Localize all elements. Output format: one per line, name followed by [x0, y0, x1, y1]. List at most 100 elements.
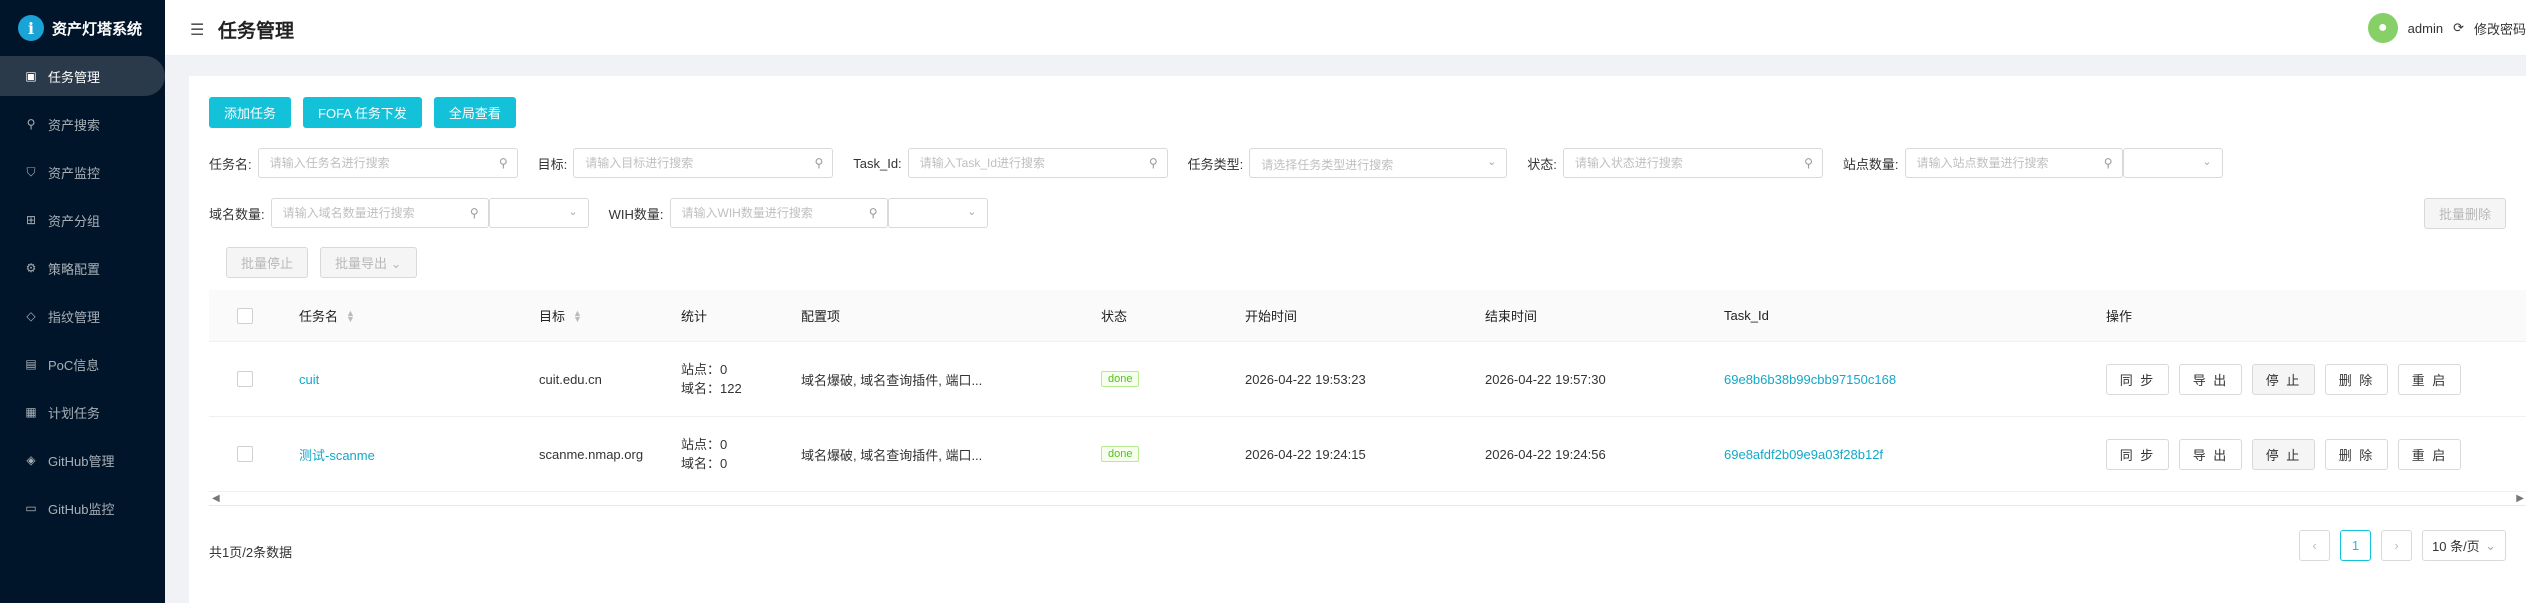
- app-logo[interactable]: i 资产灯塔系统: [18, 12, 142, 44]
- global-view-button[interactable]: 全局查看: [433, 97, 516, 128]
- chevron-down-icon: ⌄: [967, 206, 977, 218]
- col-task-name-label: 任务名: [299, 309, 339, 324]
- page-size-select[interactable]: 10 条/页 ⌄: [2422, 530, 2506, 561]
- delete-button[interactable]: 删 除: [2325, 363, 2388, 395]
- cluster-icon: ⊞: [25, 213, 37, 227]
- username[interactable]: admin: [2408, 21, 2443, 36]
- target-field: ⚲: [573, 148, 834, 178]
- pagination: ‹ 1 › 10 条/页 ⌄: [2299, 530, 2506, 561]
- task-id-link[interactable]: 69e8b6b38b99cbb97150c168: [1724, 342, 1896, 416]
- end-time-value: 2026-04-22 19:57:30: [1485, 371, 1606, 387]
- task-id-link[interactable]: 69e8afdf2b09e9a03f28b12f: [1724, 417, 1883, 491]
- app-root: i 资产灯塔系统 ▣ 任务管理 ⚲ 资产搜索 ⛉ 资产监控 ⊞ 资产分组 ⚙ 策…: [0, 0, 2526, 603]
- action-toolbar: 添加任务 FOFA 任务下发 全局查看: [209, 97, 516, 128]
- row-checkbox[interactable]: [237, 371, 253, 387]
- batch-export-button[interactable]: 批量导出 ⌄: [320, 247, 417, 278]
- operations-cell: 同 步 导 出 停 止 删 除 重 启: [2106, 417, 2461, 491]
- fofa-dispatch-button[interactable]: FOFA 任务下发: [303, 97, 422, 128]
- chevron-down-icon: ⌄: [1487, 156, 1497, 168]
- sidebar-item-asset-search[interactable]: ⚲ 资产搜索: [0, 104, 165, 144]
- task-id-input[interactable]: [908, 149, 1167, 177]
- delete-button[interactable]: 删 除: [2325, 438, 2388, 470]
- restart-button[interactable]: 重 启: [2398, 438, 2461, 470]
- batch-delete-button[interactable]: 批量删除: [2423, 198, 2506, 229]
- task-name-link[interactable]: cuit: [299, 342, 319, 416]
- task-type-label: 任务类型:: [1187, 156, 1244, 172]
- export-button[interactable]: 导 出: [2179, 363, 2242, 395]
- sort-icon[interactable]: ▲ ▼: [573, 308, 582, 323]
- task-icon: ▣: [25, 69, 37, 83]
- sidebar-item-asset-monitor[interactable]: ⛉ 资产监控: [0, 152, 165, 192]
- export-button[interactable]: 导 出: [2179, 438, 2242, 470]
- sidebar-item-fingerprint[interactable]: ◇ 指纹管理: [0, 296, 165, 336]
- target-input[interactable]: [574, 149, 833, 177]
- logout-icon[interactable]: ⟳: [2453, 20, 2464, 36]
- stop-button[interactable]: 停 止: [2252, 363, 2315, 395]
- operations-cell: 同 步 导 出 停 止 删 除 重 启: [2106, 342, 2461, 416]
- site-count-operator-select[interactable]: ⌄: [2122, 148, 2223, 178]
- next-page-button[interactable]: ›: [2381, 530, 2412, 561]
- batch-export-label: 批量导出: [335, 256, 388, 271]
- search-icon[interactable]: ⚲: [2104, 156, 2113, 170]
- site-count-field: ⚲: [1904, 148, 2123, 178]
- search-icon[interactable]: ⚲: [470, 206, 479, 220]
- stats-cell: 站点：0 域名：0: [681, 417, 727, 491]
- domain-count-input[interactable]: [271, 199, 488, 227]
- task-name-link[interactable]: 测试-scanme: [299, 417, 375, 491]
- pagination-summary: 共1页/2条数据: [209, 545, 293, 560]
- task-name-input[interactable]: [258, 149, 517, 177]
- filter-row-2: 域名数量: ⚲ ⌄ WIH数量: ⚲ ⌄: [209, 198, 988, 228]
- start-time-value: 2026-04-22 19:24:15: [1245, 446, 1366, 462]
- sidebar-item-policy-config[interactable]: ⚙ 策略配置: [0, 248, 165, 288]
- wih-count-input[interactable]: [670, 199, 887, 227]
- search-icon[interactable]: ⚲: [869, 206, 878, 220]
- search-icon[interactable]: ⚲: [1804, 156, 1813, 170]
- col-task-name[interactable]: 任务名 ▲ ▼: [299, 290, 355, 341]
- batch-stop-button[interactable]: 批量停止: [226, 247, 309, 278]
- main-content: 添加任务 FOFA 任务下发 全局查看 任务名: ⚲ 目标: ⚲ Task_Id…: [189, 76, 2526, 603]
- sidebar-item-github-management[interactable]: ◈ GitHub管理: [0, 440, 165, 480]
- user-avatar-icon[interactable]: ●: [2367, 13, 2398, 43]
- col-task-id: Task_Id: [1724, 308, 1769, 323]
- horizontal-scrollbar[interactable]: ◀ ▶: [209, 492, 2526, 506]
- change-password-link[interactable]: 修改密码: [2474, 19, 2526, 38]
- site-count-label: 站点数量:: [1842, 156, 1899, 172]
- status-cell: done: [1101, 342, 1140, 416]
- sidebar-item-asset-group[interactable]: ⊞ 资产分组: [0, 200, 165, 240]
- end-time-value: 2026-04-22 19:24:56: [1485, 446, 1606, 462]
- sidebar-item-label: 资产监控: [48, 165, 101, 181]
- status-input[interactable]: [1563, 149, 1822, 177]
- status-label: 状态:: [1527, 156, 1557, 172]
- sidebar-item-task-management[interactable]: ▣ 任务管理: [0, 56, 165, 96]
- search-icon[interactable]: ⚲: [499, 156, 508, 170]
- site-count-input[interactable]: [1905, 149, 2122, 177]
- search-icon[interactable]: ⚲: [1149, 156, 1158, 170]
- sort-icon[interactable]: ▲ ▼: [346, 308, 355, 323]
- sidebar-item-github-monitor[interactable]: ▭ GitHub监控: [0, 488, 165, 528]
- col-config: 配置项: [801, 309, 841, 324]
- sync-button[interactable]: 同 步: [2106, 363, 2169, 395]
- prev-page-button[interactable]: ‹: [2299, 530, 2330, 561]
- task-type-select[interactable]: 请选择任务类型进行搜索 ⌄: [1249, 148, 1508, 178]
- config-value: 域名爆破, 域名查询插件, 端口...: [801, 372, 983, 388]
- menu-fold-icon[interactable]: ☰: [190, 20, 204, 40]
- sidebar-item-poc-info[interactable]: ▤ PoC信息: [0, 344, 165, 384]
- add-task-button[interactable]: 添加任务: [209, 97, 292, 128]
- page-1-button[interactable]: 1: [2340, 530, 2371, 561]
- calendar-icon: ▦: [25, 405, 37, 419]
- stop-button[interactable]: 停 止: [2252, 438, 2315, 470]
- wih-count-field: ⚲: [669, 198, 888, 228]
- target-label: 目标:: [537, 156, 568, 172]
- restart-button[interactable]: 重 启: [2398, 363, 2461, 395]
- top-header: ☰ 任务管理 ● admin ⟳ 修改密码: [165, 0, 2526, 56]
- scroll-left-icon[interactable]: ◀: [212, 493, 220, 504]
- domain-count-operator-select[interactable]: ⌄: [488, 198, 589, 228]
- search-icon[interactable]: ⚲: [814, 156, 823, 170]
- scroll-right-icon[interactable]: ▶: [2516, 493, 2524, 504]
- col-target[interactable]: 目标 ▲ ▼: [539, 290, 582, 341]
- sidebar-item-scheduled-task[interactable]: ▦ 计划任务: [0, 392, 165, 432]
- sync-button[interactable]: 同 步: [2106, 438, 2169, 470]
- row-checkbox[interactable]: [237, 446, 253, 462]
- wih-count-operator-select[interactable]: ⌄: [887, 198, 988, 228]
- select-all-checkbox[interactable]: [237, 307, 253, 324]
